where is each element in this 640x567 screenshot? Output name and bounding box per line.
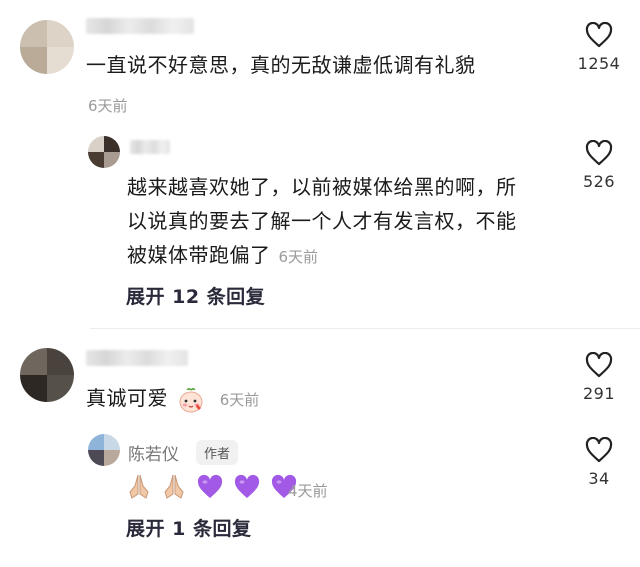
purple-heart-emoji bbox=[235, 474, 260, 498]
reply-text-line: 以说真的要去了解一个人才有发言权，不能 bbox=[127, 209, 517, 233]
divider bbox=[90, 328, 640, 329]
comment-time: 6天前 bbox=[219, 391, 260, 409]
replier-name-blurred[interactable] bbox=[130, 140, 170, 154]
commenter-name-blurred[interactable] bbox=[86, 18, 194, 34]
reply-text-line-last: 被媒体带跑偏了 bbox=[127, 243, 271, 267]
comment-time: 6天前 bbox=[88, 97, 128, 115]
purple-heart-emoji bbox=[198, 474, 223, 498]
like-button[interactable]: 1254 bbox=[564, 22, 634, 73]
replier-avatar[interactable] bbox=[88, 136, 120, 168]
reply-text-line: 被媒体带跑偏了 6天前 bbox=[127, 238, 557, 274]
folded-hands-emoji bbox=[129, 474, 149, 499]
like-count: 34 bbox=[588, 469, 610, 488]
heart-outline-icon bbox=[585, 22, 613, 48]
expand-replies-button[interactable]: 展开 1 条回复 bbox=[126, 514, 251, 541]
like-count: 1254 bbox=[577, 54, 621, 73]
comment-text-content: 真诚可爱 bbox=[86, 386, 168, 410]
heart-outline-icon bbox=[585, 140, 613, 166]
author-name[interactable]: 陈若仪 bbox=[128, 440, 179, 465]
folded-hands-emoji bbox=[164, 474, 184, 499]
author-badge: 作者 bbox=[196, 440, 239, 465]
comment-text: 真诚可爱 6天前 bbox=[86, 381, 259, 417]
commenter-name-blurred[interactable] bbox=[86, 350, 188, 366]
expand-replies-button[interactable]: 展开 12 条回复 bbox=[126, 282, 265, 309]
shy-face-emoji bbox=[179, 387, 203, 412]
like-count: 526 bbox=[582, 172, 616, 191]
commenter-avatar[interactable] bbox=[20, 20, 74, 74]
heart-outline-icon bbox=[585, 352, 613, 378]
reply-time: 6天前 bbox=[278, 248, 319, 266]
like-button[interactable]: 34 bbox=[564, 437, 634, 488]
reply-text-line: 越来越喜欢她了，以前被媒体给黑的啊，所 bbox=[127, 175, 517, 199]
reply-emojis bbox=[126, 472, 302, 504]
reply-text: 越来越喜欢她了，以前被媒体给黑的啊，所 以说真的要去了解一个人才有发言权，不能 … bbox=[127, 170, 557, 274]
like-button[interactable]: 526 bbox=[564, 140, 634, 191]
like-button[interactable]: 291 bbox=[564, 352, 634, 403]
author-avatar[interactable] bbox=[88, 434, 120, 466]
heart-outline-icon bbox=[585, 437, 613, 463]
like-count: 291 bbox=[582, 384, 616, 403]
comment-text: 一直说不好意思，真的无敌谦虚低调有礼貌 bbox=[86, 53, 476, 77]
commenter-avatar[interactable] bbox=[20, 348, 74, 402]
reply-time: 4天前 bbox=[288, 482, 328, 500]
